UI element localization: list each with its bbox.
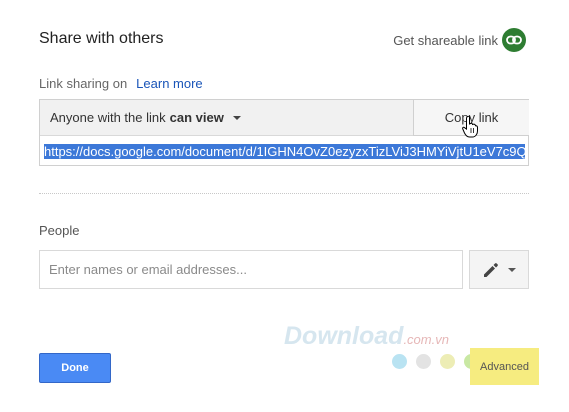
- advanced-button[interactable]: Advanced: [470, 348, 539, 385]
- watermark-main: Download: [284, 322, 404, 350]
- watermark-dot: [440, 354, 455, 369]
- link-sharing-status: Link sharing on Learn more: [39, 76, 203, 91]
- download-watermark: Download .com.vn: [284, 322, 449, 351]
- shareable-url-field[interactable]: https://docs.google.com/document/d/1IGHN…: [44, 143, 525, 161]
- done-button[interactable]: Done: [39, 353, 111, 383]
- get-shareable-link-label: Get shareable link: [393, 32, 498, 48]
- link-sharing-label: Link sharing on: [39, 76, 128, 91]
- share-dialog: Share with others Get shareable link Lin…: [0, 0, 569, 412]
- watermark-sub: .com.vn: [403, 332, 449, 347]
- chevron-down-icon: [508, 267, 516, 272]
- link-access-box: Anyone with the link can view Copy link …: [39, 99, 529, 166]
- people-label: People: [39, 223, 80, 238]
- chevron-down-icon: [232, 115, 241, 120]
- access-level-dropdown[interactable]: Anyone with the link can view: [40, 100, 413, 136]
- shareable-url: https://docs.google.com/document/d/1IGHN…: [44, 144, 525, 159]
- access-prefix: Anyone with the link: [50, 110, 166, 125]
- get-shareable-link-button[interactable]: Get shareable link: [393, 28, 526, 52]
- link-icon[interactable]: [502, 28, 526, 52]
- dialog-title: Share with others: [39, 30, 164, 47]
- hand-cursor-icon: [462, 116, 478, 138]
- section-divider: [39, 193, 529, 194]
- learn-more-link[interactable]: Learn more: [136, 76, 202, 91]
- watermark-dot: [392, 354, 407, 369]
- access-level: can view: [169, 110, 224, 125]
- people-input[interactable]: Enter names or email addresses...: [39, 250, 463, 289]
- watermark-dot: [416, 354, 431, 369]
- pencil-icon: [484, 262, 498, 277]
- permission-dropdown-button[interactable]: [469, 250, 529, 289]
